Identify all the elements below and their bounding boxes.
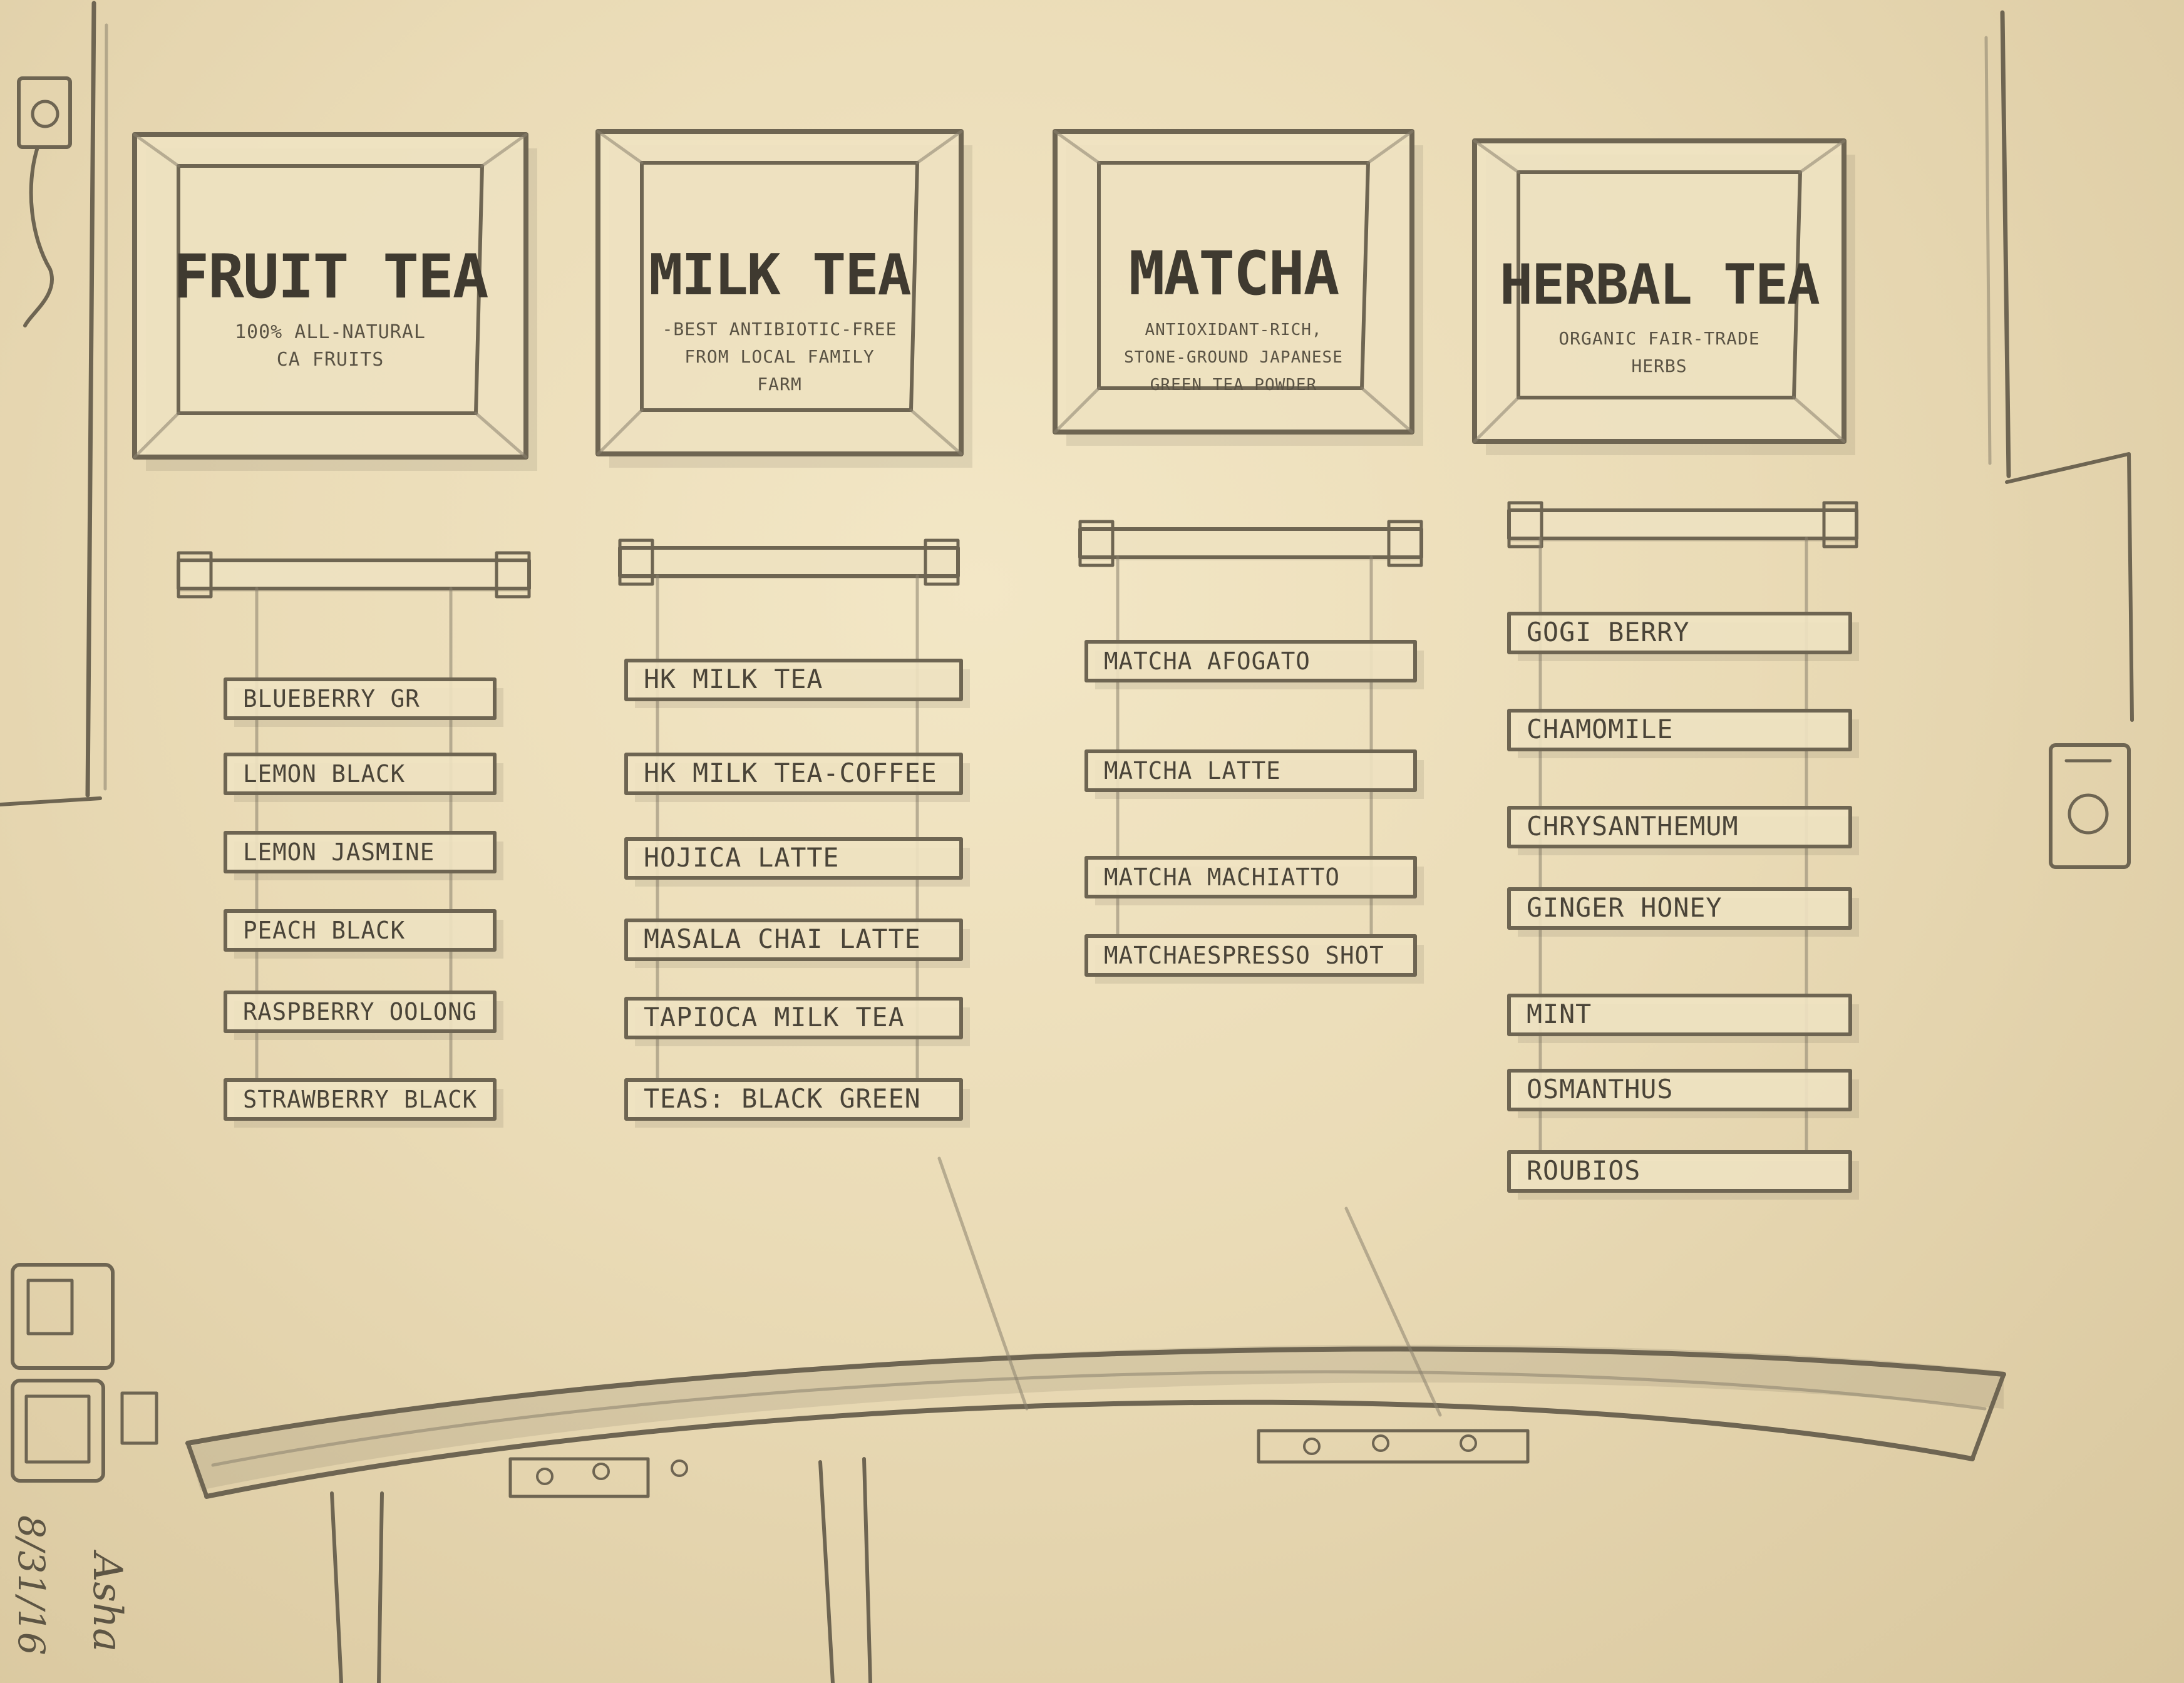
menu-item: RASPBERRY OOLONG — [224, 991, 503, 1040]
sketch-paper: FRUIT TEA 100% ALL-NATURAL CA FRUITS MILK T… — [0, 0, 2184, 1683]
menu-board-3: MATCHA AFOGATO MATCHA LATTE MATCHA MACHIAT… — [1078, 520, 1424, 984]
menu-item: MATCHA AFOGATO — [1084, 640, 1424, 689]
left-wall-edge — [85, 1, 96, 798]
hanging-rod — [177, 551, 531, 599]
frame-subtitle-line: STONE-GROUND JAPANESE — [1124, 348, 1343, 367]
menu-item: MATCHA LATTE — [1084, 749, 1424, 799]
menu-item-label: MATCHA MACHIATTO — [1104, 863, 1340, 891]
menu-item: PEACH BLACK — [224, 909, 503, 959]
menu-item-label: GINGER HONEY — [1527, 892, 1722, 923]
signature-name: Asha — [84, 1550, 130, 1652]
menu-item-label: MATCHA LATTE — [1104, 757, 1281, 785]
menu-item: OSMANTHUS — [1507, 1069, 1859, 1118]
bottom-counter — [185, 1156, 2006, 1683]
menu-item-label: BLUEBERRY GR — [243, 685, 420, 713]
menu-board-1: BLUEBERRY GR LEMON BLACK LEMON JASMINE PEAC… — [177, 551, 531, 1128]
tea-shop-menu-sketch: FRUIT TEA 100% ALL-NATURAL CA FRUITS MILK T… — [0, 1, 2134, 1683]
menu-item-label: PEACH BLACK — [243, 917, 405, 944]
frame-title: MATCHA — [1129, 239, 1339, 309]
menu-item: STRAWBERRY BLACK — [224, 1078, 503, 1128]
frame-subtitle-line: -BEST ANTIBIOTIC-FREE — [662, 319, 897, 339]
artist-signature: Asha 8/31/16 — [10, 1515, 130, 1655]
right-wall-corner — [2005, 452, 2134, 722]
menu-item-label: CHAMOMILE — [1527, 714, 1673, 744]
menu-item-label: MINT — [1527, 999, 1592, 1029]
hanging-rod — [618, 538, 960, 586]
menu-item-label: RASPBERRY OOLONG — [243, 998, 477, 1026]
menu-item: BLUEBERRY GR — [224, 677, 503, 727]
menu-item-label: MATCHA AFOGATO — [1104, 647, 1311, 675]
right-wall-edge — [2000, 10, 2011, 478]
frame-title: FRUIT TEA — [173, 242, 488, 312]
bottom-left-boxes — [11, 1263, 158, 1483]
menu-item-label: OSMANTHUS — [1527, 1074, 1673, 1104]
frame-subtitle-line: 100% ALL-NATURAL — [235, 321, 426, 343]
menu-item: MATCHAESPRESSO SHOT — [1084, 934, 1424, 984]
frame-subtitle-line: FROM LOCAL FAMILY — [684, 346, 875, 367]
menu-item: TEAS: BLACK GREEN — [624, 1078, 970, 1128]
frame-subtitle-line: ANTIOXIDANT-RICH, — [1145, 321, 1322, 339]
frames: FRUIT TEA 100% ALL-NATURAL CA FRUITS MILK T… — [132, 129, 1855, 471]
menu-item-label: LEMON JASMINE — [243, 838, 435, 866]
menu-item: MINT — [1507, 994, 1859, 1043]
frame-subtitle-line: GREEN TEA POWDER — [1150, 376, 1317, 394]
menu-item-label: TAPIOCA MILK TEA — [644, 1002, 905, 1032]
menu-item: MASALA CHAI LATTE — [624, 919, 970, 968]
menu-board-2: HK MILK TEA HK MILK TEA-COFFEE HOJICA LATT… — [618, 538, 970, 1128]
menu-item: HOJICA LATTE — [624, 837, 970, 887]
menu-item: HK MILK TEA — [624, 659, 970, 708]
frame-subtitle-line: FARM — [757, 374, 801, 394]
menu-item-label: CHRYSANTHEMUM — [1527, 811, 1739, 842]
right-wall-outlet — [2049, 743, 2131, 869]
menu-item-label: MASALA CHAI LATTE — [644, 924, 921, 954]
menu-item-label: HK MILK TEA-COFFEE — [644, 758, 937, 788]
menu-item-label: ROUBIOS — [1527, 1155, 1641, 1186]
hanging-rod — [1507, 501, 1858, 548]
frame-4: HERBAL TEA ORGANIC FAIR-TRADE HERBS — [1472, 138, 1855, 455]
menu-board-4: GOGI BERRY CHAMOMILE CHRYSANTHEMUM GINGER H… — [1507, 501, 1859, 1200]
signature-date: 8/31/16 — [10, 1515, 53, 1655]
menus: BLUEBERRY GR LEMON BLACK LEMON JASMINE PEAC… — [177, 501, 1859, 1200]
left-floor-line — [0, 796, 102, 806]
left-wall-outlet — [17, 76, 72, 327]
menu-item: ROUBIOS — [1507, 1150, 1859, 1200]
menu-item: CHAMOMILE — [1507, 709, 1859, 758]
frame-title: HERBAL TEA — [1500, 252, 1820, 317]
frame-1: FRUIT TEA 100% ALL-NATURAL CA FRUITS — [132, 132, 537, 471]
menu-item: CHRYSANTHEMUM — [1507, 806, 1859, 855]
menu-item-label: GOGI BERRY — [1527, 617, 1689, 647]
menu-item: MATCHA MACHIATTO — [1084, 856, 1424, 905]
menu-item: GINGER HONEY — [1507, 887, 1859, 937]
frame-2: MILK TEA -BEST ANTIBIOTIC-FREE FROM LOCAL … — [595, 129, 972, 468]
menu-item: HK MILK TEA-COFFEE — [624, 753, 970, 802]
frame-title: MILK TEA — [649, 242, 910, 308]
menu-item-label: MATCHAESPRESSO SHOT — [1104, 942, 1384, 969]
menu-item-label: STRAWBERRY BLACK — [243, 1086, 477, 1113]
menu-item-label: HK MILK TEA — [644, 664, 823, 694]
menu-item: GOGI BERRY — [1507, 612, 1859, 661]
menu-item: TAPIOCA MILK TEA — [624, 997, 970, 1046]
menu-item-label: LEMON BLACK — [243, 760, 405, 788]
frame-subtitle-line: ORGANIC FAIR-TRADE — [1558, 328, 1759, 349]
frame-subtitle-line: CA FRUITS — [277, 349, 384, 371]
frame-subtitle-line: HERBS — [1631, 356, 1687, 376]
menu-item: LEMON JASMINE — [224, 831, 503, 880]
frame-3: MATCHA ANTIOXIDANT-RICH, STONE-GROUND JAPA… — [1053, 129, 1423, 446]
menu-item: LEMON BLACK — [224, 753, 503, 802]
menu-item-label: TEAS: BLACK GREEN — [644, 1083, 921, 1114]
menu-item-label: HOJICA LATTE — [644, 842, 839, 873]
